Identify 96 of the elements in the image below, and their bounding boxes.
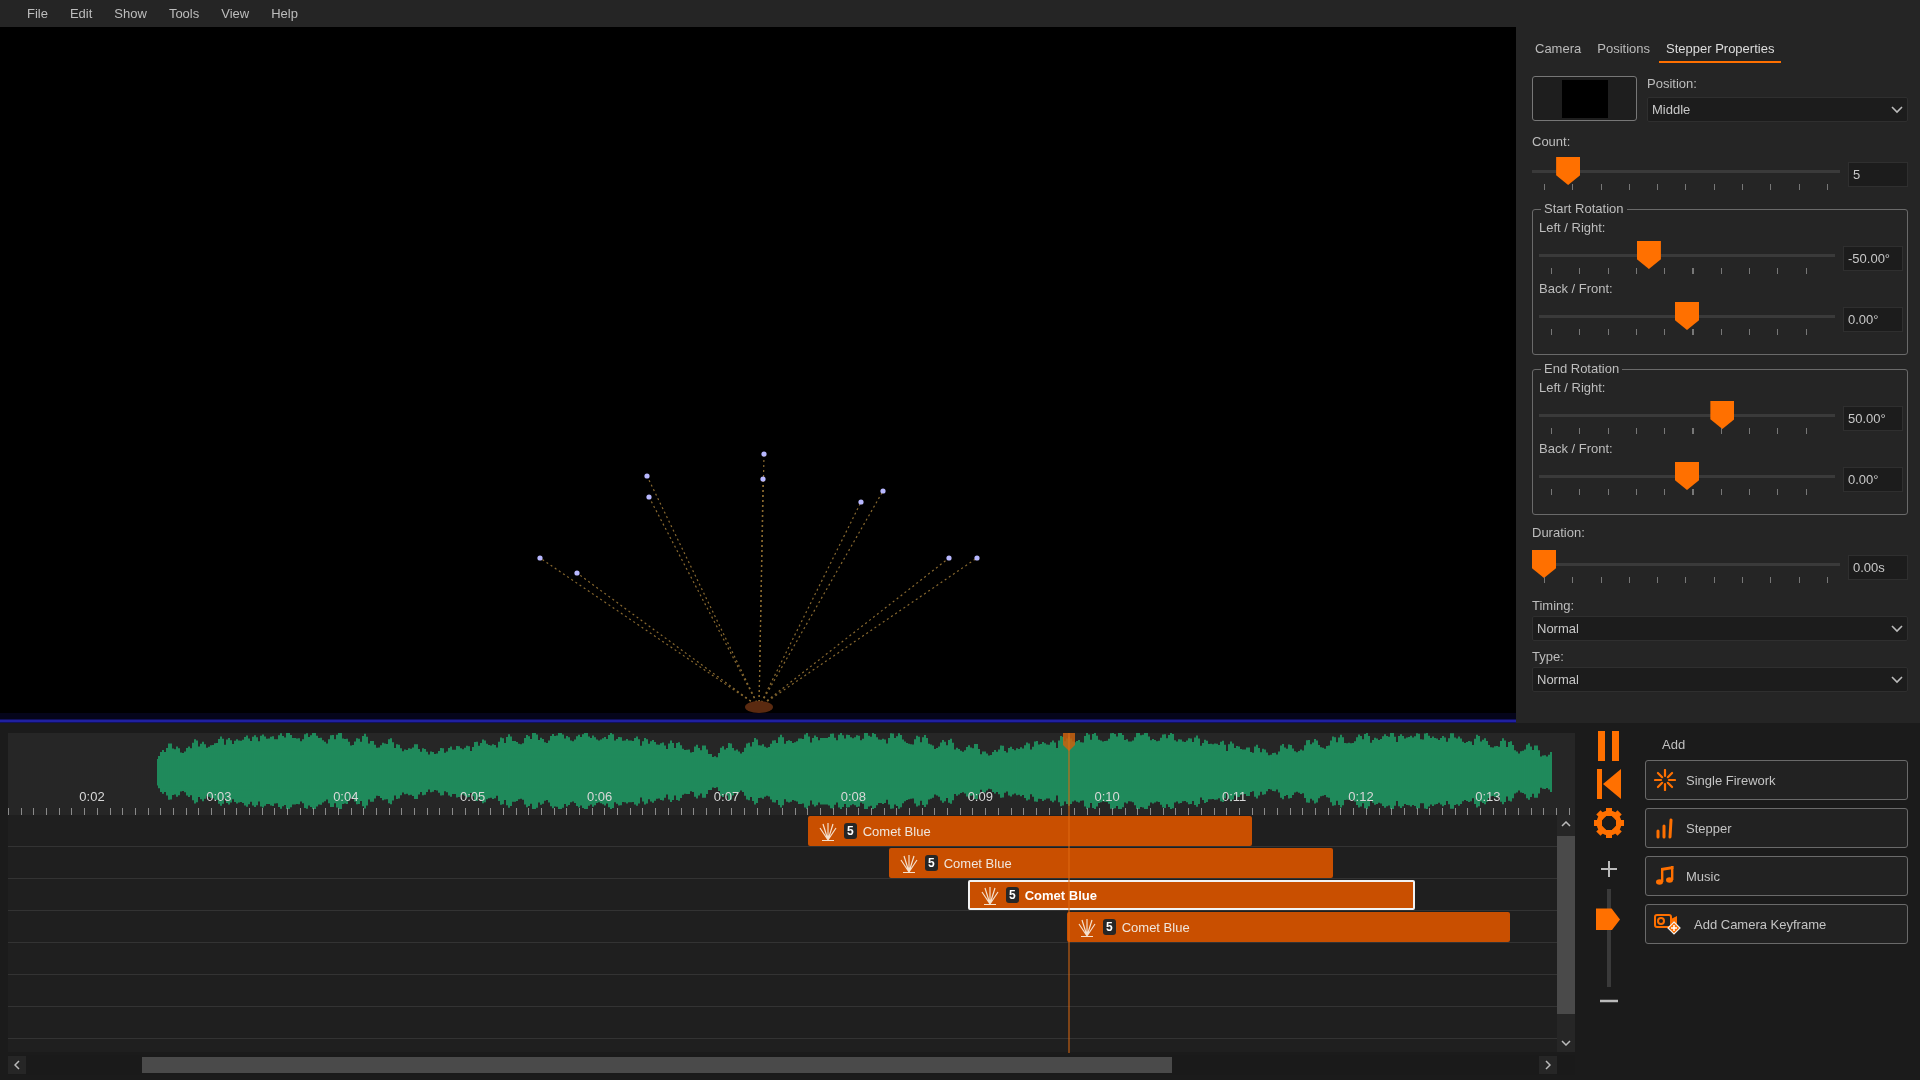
menu-item[interactable]: File (16, 6, 59, 21)
timing-dropdown[interactable]: Normal (1532, 616, 1908, 641)
value-field[interactable]: 0.00° (1843, 306, 1903, 332)
chevron-down-icon (1891, 105, 1903, 114)
time-label: 0:13 (1475, 789, 1501, 804)
chevron-left-icon (14, 1060, 20, 1070)
time-label: 0:08 (840, 789, 867, 804)
count-badge: 5 (925, 855, 938, 871)
value-field[interactable]: -50.00° (1843, 245, 1903, 271)
section-title: Add (1662, 737, 1687, 752)
add-button[interactable]: Stepper (1645, 808, 1908, 848)
count-badge: 5 (1006, 887, 1019, 903)
count-badge: 5 (1103, 919, 1116, 935)
time-label: 0:12 (1348, 789, 1374, 804)
field-label: Timing: (1532, 598, 1575, 613)
chevron-up-icon (1561, 821, 1571, 827)
chevron-right-icon (1545, 1060, 1551, 1070)
clip-name: Comet Blue (1024, 887, 1097, 903)
music-note-icon (1654, 865, 1676, 887)
slider-thumb[interactable] (1556, 157, 1581, 185)
pause-button[interactable] (1597, 731, 1621, 761)
zoom-out-button[interactable] (1600, 999, 1618, 1003)
burst-icon (1654, 769, 1676, 791)
add-button[interactable]: Single Firework (1645, 760, 1908, 800)
time-label: 0:07 (713, 789, 740, 804)
fountain-icon (980, 884, 1000, 906)
clip-name: Comet Blue (943, 855, 1012, 871)
menu-item[interactable]: Tools (157, 6, 211, 21)
field-label: Count: (1532, 134, 1571, 149)
add-button[interactable]: Music (1645, 856, 1908, 896)
time-label: 0:02 (79, 789, 105, 804)
fountain-icon (818, 820, 838, 842)
position-dropdown[interactable]: Middle (1647, 97, 1908, 122)
value-field[interactable]: 0.00s (1848, 554, 1908, 580)
time-label: 0:11 (1221, 789, 1247, 804)
time-label: 0:10 (1094, 789, 1120, 804)
menu-item[interactable]: Show (103, 6, 158, 21)
vertical-scrollbar[interactable] (1557, 815, 1575, 1052)
time-label: 0:06 (586, 789, 613, 804)
menu-item[interactable]: Edit (58, 6, 104, 21)
menu-item[interactable]: View (210, 6, 261, 21)
time-label: 0:04 (333, 789, 359, 804)
firework-clip[interactable]: 5 Comet Blue (889, 848, 1333, 878)
clip-name: Comet Blue (1121, 919, 1190, 935)
plus-icon (1601, 861, 1617, 877)
preview-image (1561, 79, 1608, 118)
menu-item[interactable]: Help (260, 6, 309, 21)
fountain-icon (1077, 916, 1097, 938)
chevron-down-icon (1891, 624, 1903, 633)
field-label: Type: (1532, 649, 1564, 664)
settings-button[interactable] (1593, 807, 1625, 839)
zoom-in-button[interactable] (1601, 861, 1617, 877)
slider-label: Left / Right: (1539, 380, 1606, 395)
firework-clip[interactable]: 5 Comet Blue (808, 816, 1252, 846)
count-badge: 5 (844, 823, 857, 839)
pause-icon (1597, 731, 1621, 761)
chevron-down-icon (1891, 675, 1903, 684)
slider-thumb[interactable] (1675, 462, 1699, 490)
slider-label: Back / Front: (1539, 281, 1613, 296)
settings-icon (1593, 807, 1625, 839)
slider-thumb[interactable] (1532, 550, 1556, 578)
slider-thumb[interactable] (1710, 401, 1735, 429)
slider-label: Left / Right: (1539, 220, 1606, 235)
firework-clip[interactable]: 5 Comet Blue (968, 880, 1415, 910)
scroll-right-button[interactable] (1539, 1056, 1557, 1074)
value-field[interactable]: 50.00° (1843, 405, 1903, 431)
slider-label: Back / Front: (1539, 441, 1613, 456)
chevron-down-icon (1561, 1040, 1571, 1046)
scroll-thumb[interactable] (1557, 836, 1575, 1014)
zoom-slider-thumb[interactable] (1596, 908, 1620, 931)
position-preview[interactable] (1532, 76, 1637, 121)
fountain-icon (899, 852, 919, 874)
field-label: Duration: (1532, 525, 1585, 540)
value-field[interactable]: 0.00° (1843, 466, 1903, 492)
group-title: Start Rotation (1541, 201, 1627, 216)
group-title: End Rotation (1541, 361, 1623, 376)
add-button[interactable]: Add Camera Keyframe (1645, 904, 1908, 944)
waveform-ruler[interactable]: 0:02 0:03 0:04 0:05 0:06 0:07 0:08 0:09 0:10 0:11 0:12 0:13 (8, 733, 1575, 815)
value-field[interactable]: 5 (1848, 161, 1908, 187)
time-label: 0:03 (206, 789, 232, 804)
type-dropdown[interactable]: Normal (1532, 667, 1908, 692)
minus-icon (1600, 999, 1618, 1003)
skip-back-icon (1597, 769, 1621, 799)
scroll-thumb[interactable] (142, 1057, 1172, 1073)
time-label: 0:09 (967, 789, 993, 804)
firework-clip[interactable]: 5 Comet Blue (1067, 912, 1510, 942)
slider-thumb[interactable] (1636, 241, 1661, 269)
tab[interactable]: Camera (1528, 35, 1589, 63)
tab[interactable]: Positions (1590, 35, 1657, 63)
field-label: Position: (1647, 76, 1698, 91)
slider-thumb[interactable] (1675, 302, 1699, 330)
tab[interactable]: Stepper Properties (1659, 35, 1782, 63)
clip-name: Comet Blue (862, 823, 931, 839)
scroll-left-button[interactable] (8, 1056, 26, 1074)
rewind-button[interactable] (1597, 769, 1621, 799)
time-label: 0:05 (460, 789, 486, 804)
